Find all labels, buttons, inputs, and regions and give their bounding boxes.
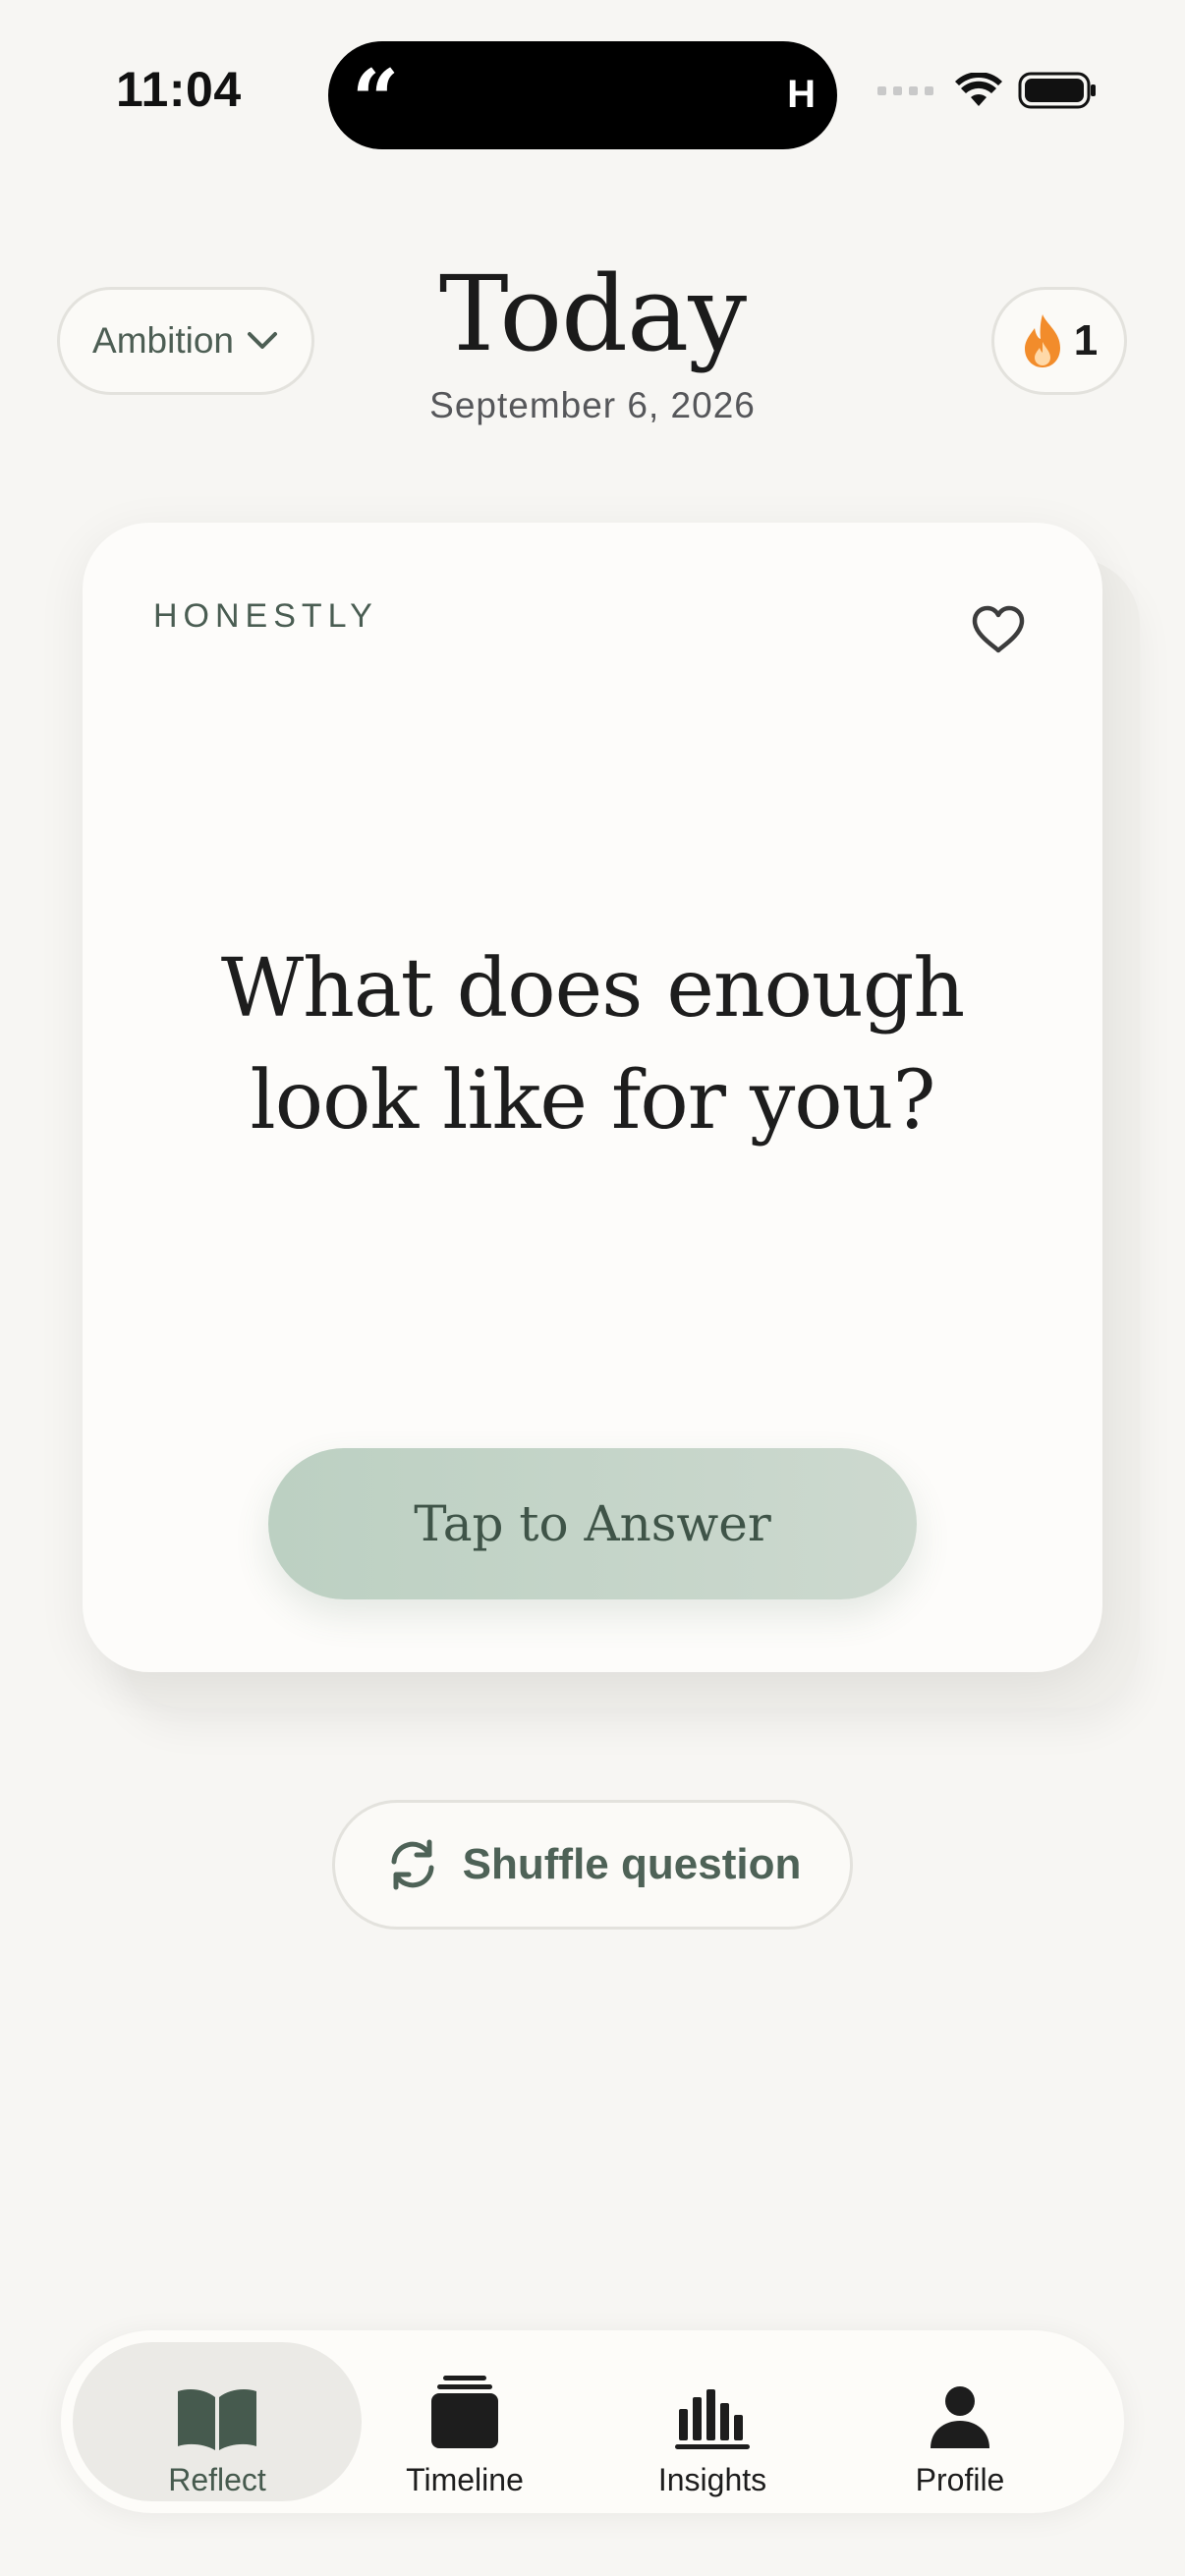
dynamic-island[interactable]: “ H [328, 41, 837, 149]
heart-icon[interactable] [971, 605, 1026, 654]
quote-icon: “ [352, 51, 400, 148]
screen: 11:04 “ H Ambition Today September 6, 20… [0, 0, 1185, 2576]
bar-chart-icon [675, 2389, 750, 2449]
shuffle-question-button[interactable]: Shuffle question [332, 1800, 853, 1930]
tab-reflect-label: Reflect [168, 2462, 266, 2497]
cellular-signal-icon [877, 85, 933, 95]
stack-icon [431, 2376, 498, 2448]
tab-profile[interactable]: Profile [816, 2342, 1104, 2501]
island-initial: H [787, 73, 816, 116]
battery-icon [1018, 72, 1096, 109]
streak-count: 1 [1073, 316, 1099, 364]
status-time: 11:04 [116, 62, 242, 117]
wifi-icon [955, 73, 1002, 106]
tab-reflect[interactable]: Reflect [73, 2342, 362, 2501]
tab-timeline-label: Timeline [406, 2462, 524, 2497]
page-date: September 6, 2026 [429, 385, 756, 425]
tab-insights-label: Insights [657, 2462, 767, 2497]
tab-bar: Reflect Timeline Insights Profile [61, 2330, 1124, 2513]
person-icon [931, 2386, 989, 2448]
tap-to-answer-button[interactable]: Tap to Answer [268, 1448, 917, 1599]
question-card[interactable]: HONESTLY What does enough look like for … [83, 523, 1102, 1672]
tab-profile-label: Profile [915, 2462, 1005, 2497]
flame-icon [1024, 314, 1060, 367]
shuffle-refresh-icon [391, 1839, 434, 1890]
question-text: What does enough look like for you? [220, 942, 965, 1148]
card-category-tag: HONESTLY [153, 597, 378, 635]
streak-badge[interactable]: 1 [991, 287, 1127, 395]
shuffle-question-label: Shuffle question [462, 1840, 802, 1888]
book-open-icon [178, 2389, 256, 2450]
status-indicators [877, 71, 1097, 110]
tab-insights[interactable]: Insights [568, 2342, 857, 2501]
tab-timeline[interactable]: Timeline [320, 2342, 609, 2501]
